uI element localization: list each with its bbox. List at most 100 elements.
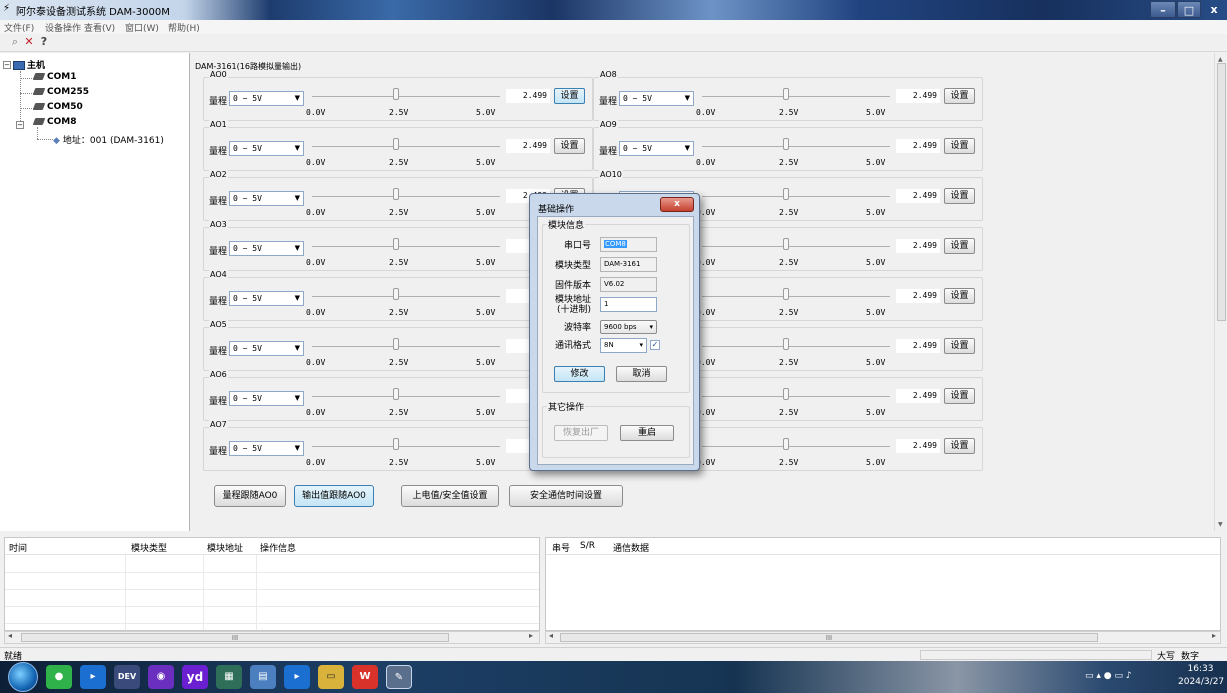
tree-port-com255[interactable]: COM255 [32,87,89,97]
output-slider[interactable] [312,96,500,97]
calculator-icon[interactable]: ▤ [250,665,276,689]
output-slider[interactable] [312,346,500,347]
menu-help[interactable]: 帮助(H) [168,21,200,34]
factory-reset-button[interactable]: 恢复出厂 [554,425,608,441]
range-select[interactable]: 0 ~ 5V ▼ [619,141,694,156]
output-slider[interactable] [702,146,890,147]
start-button[interactable] [8,662,38,692]
slider-thumb[interactable] [393,338,399,350]
range-select[interactable]: 0 ~ 5V ▼ [229,391,304,406]
power-on-safe-button[interactable]: 上电值/安全值设置 [401,485,499,507]
menu-window[interactable]: 窗口(W) [125,21,159,34]
range-select[interactable]: 0 ~ 5V ▼ [229,241,304,256]
scrollbar-thumb[interactable] [1217,63,1226,321]
search-icon[interactable]: ⌕ [8,35,22,49]
output-value-field[interactable]: 2.499 [896,239,940,253]
output-slider[interactable] [702,446,890,447]
range-select[interactable]: 0 ~ 5V ▼ [229,441,304,456]
log-col-time[interactable]: 时间 [9,541,27,554]
output-value-field[interactable]: 2.499 [896,139,940,153]
output-slider[interactable] [702,246,890,247]
tree-port-com8[interactable]: COM8 [32,117,76,127]
minimize-button[interactable]: – [1150,1,1176,18]
set-button[interactable]: 设置 [554,88,585,104]
format-checkbox[interactable]: ✓ [650,340,660,350]
media-player-icon[interactable]: ◉ [148,665,174,689]
output-slider[interactable] [702,96,890,97]
set-button[interactable]: 设置 [944,288,975,304]
comm-col-serial[interactable]: 串号 [552,541,570,554]
scroll-left-icon[interactable]: ◂ [549,631,553,640]
set-button[interactable]: 设置 [944,88,975,104]
set-button[interactable]: 设置 [944,438,975,454]
output-slider[interactable] [312,446,500,447]
feishu-icon[interactable]: ▸ [80,665,106,689]
tree-port-com50[interactable]: COM50 [32,102,83,112]
output-slider[interactable] [312,146,500,147]
output-value-field[interactable]: 2.499 [506,139,550,153]
output-slider[interactable] [702,396,890,397]
slider-thumb[interactable] [783,388,789,400]
output-value-field[interactable]: 2.499 [506,89,550,103]
log-col-module-type[interactable]: 模块类型 [131,541,167,554]
wps-icon[interactable]: W [352,665,378,689]
slider-thumb[interactable] [393,288,399,300]
safe-comm-time-button[interactable]: 安全通信时间设置 [509,485,623,507]
dev-icon[interactable]: DEV [114,665,140,689]
format-select[interactable]: 8N ▾ [600,338,647,353]
slider-thumb[interactable] [393,388,399,400]
slider-thumb[interactable] [393,188,399,200]
output-slider[interactable] [312,246,500,247]
range-select[interactable]: 0 ~ 5V ▼ [229,191,304,206]
test-tool-icon[interactable]: ✎ [386,665,412,689]
tree-device-item[interactable]: ◆ 地址：001 (DAM-3161) [53,133,164,146]
slider-thumb[interactable] [783,138,789,150]
scroll-down-icon[interactable]: ▼ [1218,521,1223,528]
tray-icons[interactable]: ▭ ▴ ● ▭ ♪ [1085,671,1132,681]
slider-thumb[interactable] [783,238,789,250]
output-slider[interactable] [702,196,890,197]
set-button[interactable]: 设置 [944,188,975,204]
menu-view[interactable]: 查看(V) [84,21,115,34]
slider-thumb[interactable] [393,238,399,250]
slider-thumb[interactable] [783,338,789,350]
set-button[interactable]: 设置 [944,238,975,254]
range-follow-button[interactable]: 量程跟随AO0 [214,485,286,507]
slider-thumb[interactable] [783,88,789,100]
set-button[interactable]: 设置 [944,138,975,154]
slider-thumb[interactable] [393,138,399,150]
log-col-module-address[interactable]: 模块地址 [207,541,243,554]
youdao-icon[interactable]: yd [182,665,208,689]
range-select[interactable]: 0 ~ 5V ▼ [229,141,304,156]
log-col-operation-info[interactable]: 操作信息 [260,541,296,554]
output-value-field[interactable]: 2.499 [896,389,940,403]
output-value-field[interactable]: 2.499 [896,189,940,203]
menu-file[interactable]: 文件(F) [4,21,34,34]
monitor-icon[interactable]: ▦ [216,665,242,689]
tree-collapse-toggle[interactable]: − [3,61,11,69]
set-button[interactable]: 设置 [944,388,975,404]
output-slider[interactable] [312,296,500,297]
scroll-right-icon[interactable]: ▸ [529,631,533,640]
close-button[interactable]: x [1202,1,1226,18]
scroll-right-icon[interactable]: ▸ [1212,631,1216,640]
slider-thumb[interactable] [393,88,399,100]
scroll-left-icon[interactable]: ◂ [8,631,12,640]
output-slider[interactable] [702,346,890,347]
output-value-field[interactable]: 2.499 [896,289,940,303]
cancel-button[interactable]: 取消 [616,366,667,382]
feishu-icon[interactable]: ▸ [284,665,310,689]
output-value-field[interactable]: 2.499 [896,439,940,453]
output-slider[interactable] [702,296,890,297]
slider-thumb[interactable] [783,288,789,300]
range-select[interactable]: 0 ~ 5V ▼ [229,91,304,106]
comm-col-data[interactable]: 通信数据 [613,541,649,554]
help-icon[interactable]: ? [37,35,51,49]
maximize-button[interactable]: □ [1177,1,1201,18]
slider-thumb[interactable] [783,438,789,450]
range-select[interactable]: 0 ~ 5V ▼ [229,341,304,356]
scroll-up-icon[interactable]: ▲ [1218,56,1223,63]
tree-collapse-toggle[interactable]: − [16,121,24,129]
output-follow-button[interactable]: 输出值跟随AO0 [294,485,374,507]
slider-thumb[interactable] [393,438,399,450]
